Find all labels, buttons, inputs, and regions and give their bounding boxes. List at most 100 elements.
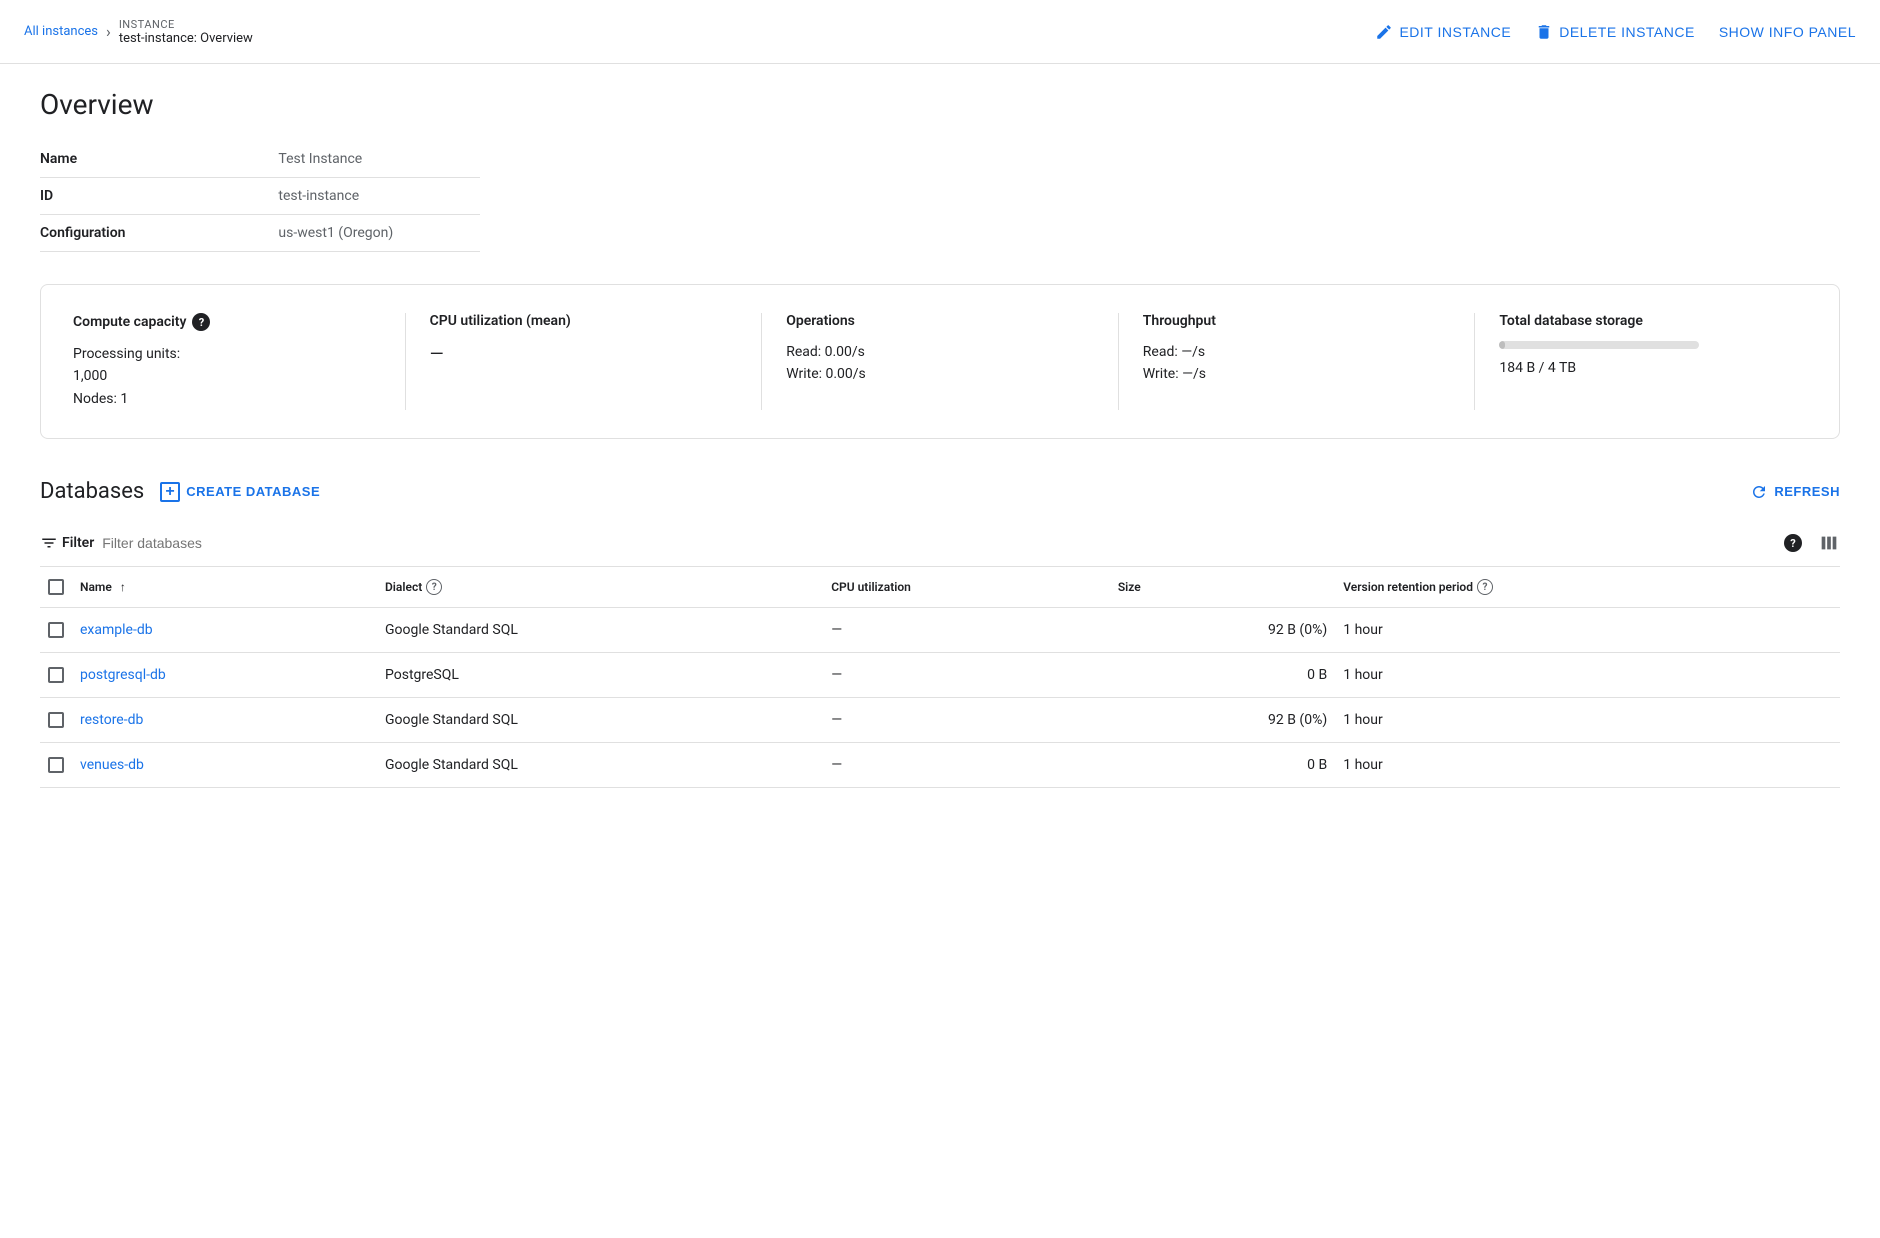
overview-row-config: Configuration us-west1 (Oregon) [40,215,480,252]
storage-label: Total database storage [1499,313,1807,329]
operations-label: Operations [786,313,1094,329]
overview-row-name: Name Test Instance [40,141,480,178]
db-name-link[interactable]: example-db [80,622,153,638]
name-column-header[interactable]: Name ↑ [80,567,385,608]
row-checkbox[interactable] [48,622,64,638]
database-table: Name ↑ Dialect ? CPU utilization Size Ve… [40,567,1840,788]
row-checkbox[interactable] [48,757,64,773]
overview-key-config: Configuration [40,215,278,252]
delete-icon [1535,23,1553,41]
refresh-button[interactable]: REFRESH [1750,483,1840,501]
create-database-button[interactable]: + CREATE DATABASE [160,482,320,502]
databases-header: Databases + CREATE DATABASE REFRESH [40,479,1840,504]
dialect-column-header: Dialect ? [385,567,831,608]
processing-units-label: Processing units: [73,343,381,365]
row-retention: 1 hour [1343,608,1840,653]
row-dialect: Google Standard SQL [385,698,831,743]
row-dialect: Google Standard SQL [385,743,831,788]
overview-row-id: ID test-instance [40,178,480,215]
table-row: restore-db Google Standard SQL — 92 B (0… [40,698,1840,743]
row-cpu: — [831,653,1118,698]
row-name: restore-db [80,698,385,743]
dialect-help-icon[interactable]: ? [426,579,442,595]
breadcrumb-section-label: INSTANCE [119,18,253,31]
delete-instance-button[interactable]: DELETE INSTANCE [1535,23,1695,41]
metrics-card: Compute capacity ? Processing units: 1,0… [40,284,1840,439]
overview-value-name: Test Instance [278,141,480,178]
overview-key-name: Name [40,141,278,178]
top-bar: All instances › INSTANCE test-instance: … [0,0,1880,64]
databases-title-row: Databases + CREATE DATABASE [40,479,320,504]
row-name: example-db [80,608,385,653]
row-retention: 1 hour [1343,698,1840,743]
show-info-panel-label: SHOW INFO PANEL [1719,24,1856,40]
filter-row: Filter ? [40,520,1840,567]
show-info-panel-button[interactable]: SHOW INFO PANEL [1719,24,1856,40]
breadcrumb-current: INSTANCE test-instance: Overview [119,18,253,46]
db-name-link[interactable]: postgresql-db [80,667,166,683]
overview-value-config: us-west1 (Oregon) [278,215,480,252]
throughput-label: Throughput [1143,313,1451,329]
filter-icon: Filter [40,534,94,552]
row-checkbox-cell[interactable] [40,743,80,788]
filter-input[interactable] [102,535,402,551]
row-size: 92 B (0%) [1118,698,1343,743]
row-checkbox[interactable] [48,667,64,683]
row-name: postgresql-db [80,653,385,698]
table-header-row: Name ↑ Dialect ? CPU utilization Size Ve… [40,567,1840,608]
compute-capacity-label: Compute capacity ? [73,313,381,331]
edit-instance-button[interactable]: EDIT INSTANCE [1375,23,1511,41]
compute-capacity-help-icon[interactable]: ? [192,313,210,331]
table-help-icon[interactable]: ? [1784,534,1802,552]
row-retention: 1 hour [1343,653,1840,698]
nodes-value: Nodes: 1 [73,388,381,410]
throughput-read: Read: —/s [1143,341,1451,363]
row-cpu: — [831,698,1118,743]
add-database-icon: + [160,482,180,502]
filter-lines-icon [40,534,58,552]
row-cpu: — [831,743,1118,788]
storage-section: Total database storage 184 B / 4 TB [1499,313,1807,410]
row-name: venues-db [80,743,385,788]
operations-value: Read: 0.00/s Write: 0.00/s [786,341,1094,386]
breadcrumb-chevron-icon: › [106,22,111,41]
row-size: 92 B (0%) [1118,608,1343,653]
throughput-write: Write: —/s [1143,363,1451,385]
all-instances-link[interactable]: All instances [24,24,98,39]
throughput-section: Throughput Read: —/s Write: —/s [1143,313,1476,410]
edit-icon [1375,23,1393,41]
storage-bar [1499,341,1699,349]
db-name-link[interactable]: venues-db [80,757,144,773]
table-row: postgresql-db PostgreSQL — 0 B 1 hour [40,653,1840,698]
top-actions: EDIT INSTANCE DELETE INSTANCE SHOW INFO … [1375,23,1856,41]
row-retention: 1 hour [1343,743,1840,788]
refresh-label: REFRESH [1774,484,1840,499]
retention-column-header: Version retention period ? [1343,567,1840,608]
column-toggle-icon[interactable] [1818,532,1840,554]
row-checkbox-cell[interactable] [40,698,80,743]
row-checkbox-cell[interactable] [40,653,80,698]
select-all-header[interactable] [40,567,80,608]
filter-label: Filter [62,535,94,551]
page-title: Overview [40,88,1840,121]
overview-key-id: ID [40,178,278,215]
throughput-value: Read: —/s Write: —/s [1143,341,1451,386]
row-checkbox[interactable] [48,712,64,728]
row-checkbox-cell[interactable] [40,608,80,653]
row-dialect: Google Standard SQL [385,608,831,653]
operations-read: Read: 0.00/s [786,341,1094,363]
storage-bar-fill [1499,341,1505,349]
retention-help-icon[interactable]: ? [1477,579,1493,595]
overview-table: Name Test Instance ID test-instance Conf… [40,141,480,252]
cpu-utilization-label: CPU utilization (mean) [430,313,738,329]
processing-units-value: 1,000 [73,365,381,387]
storage-text: 184 B / 4 TB [1499,357,1807,379]
row-cpu: — [831,608,1118,653]
operations-section: Operations Read: 0.00/s Write: 0.00/s [786,313,1119,410]
overview-value-id: test-instance [278,178,480,215]
db-name-link[interactable]: restore-db [80,712,143,728]
breadcrumb: All instances › INSTANCE test-instance: … [24,18,253,46]
table-row: example-db Google Standard SQL — 92 B (0… [40,608,1840,653]
select-all-checkbox[interactable] [48,579,64,595]
filter-left: Filter [40,534,402,552]
